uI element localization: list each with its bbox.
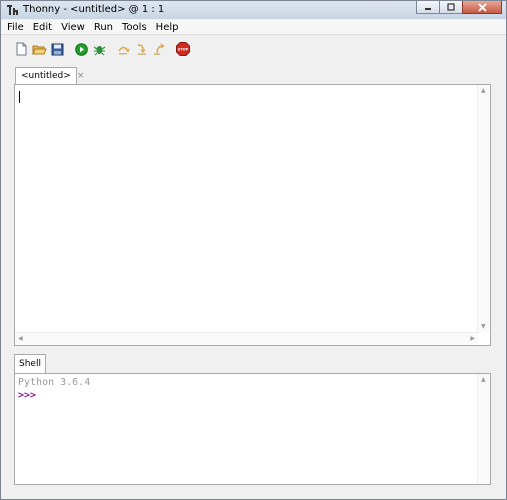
step-into-icon xyxy=(137,43,146,55)
menu-edit[interactable]: Edit xyxy=(33,22,52,33)
step-over-icon xyxy=(117,46,130,54)
text-caret xyxy=(19,91,20,103)
window-title: Thonny - <untitled> @ 1 : 1 xyxy=(23,4,165,15)
tab-label: <untitled> xyxy=(21,71,71,81)
window-controls xyxy=(416,1,502,15)
toolbar: STOP xyxy=(1,37,506,61)
tab-untitled[interactable]: <untitled> × xyxy=(15,67,84,84)
stop-icon: STOP xyxy=(176,42,190,56)
title-bar[interactable]: Thonny - <untitled> @ 1 : 1 xyxy=(1,1,506,19)
step-out-icon xyxy=(153,43,164,55)
minimize-button[interactable] xyxy=(416,1,440,14)
code-editor[interactable]: ▲ ▼ ◀ ▶ xyxy=(14,84,491,346)
open-folder-icon xyxy=(31,45,47,54)
run-button[interactable] xyxy=(73,41,89,57)
maximize-button[interactable] xyxy=(439,1,463,14)
step-into-button[interactable] xyxy=(133,41,149,57)
stop-button[interactable]: STOP xyxy=(175,41,191,57)
run-icon xyxy=(74,42,88,56)
tab-close-icon[interactable]: × xyxy=(77,71,85,81)
menu-file[interactable]: File xyxy=(7,22,24,33)
minimize-icon xyxy=(425,8,431,10)
menu-run[interactable]: Run xyxy=(94,22,113,33)
scroll-left-arrow-icon[interactable]: ◀ xyxy=(18,336,23,342)
menu-view[interactable]: View xyxy=(61,22,85,33)
editor-vertical-scrollbar[interactable]: ▲ ▼ xyxy=(477,85,490,333)
thonny-window: Thonny - <untitled> @ 1 : 1 File Edit Vi… xyxy=(0,0,507,500)
thonny-logo-icon xyxy=(7,5,18,15)
new-file-icon xyxy=(16,42,26,56)
new-file-button[interactable] xyxy=(13,41,29,57)
shell-prompt: >>> xyxy=(18,390,37,401)
scroll-up-arrow-icon[interactable]: ▲ xyxy=(481,88,486,94)
close-icon xyxy=(477,2,487,12)
editor-horizontal-scrollbar[interactable]: ◀ ▶ xyxy=(15,332,478,345)
step-out-button[interactable] xyxy=(151,41,167,57)
maximize-icon xyxy=(447,3,455,11)
open-file-button[interactable] xyxy=(31,41,47,57)
shell-vertical-scrollbar[interactable]: ▲ xyxy=(477,374,490,484)
shell-scroll-up-arrow-icon[interactable]: ▲ xyxy=(481,377,486,383)
save-icon xyxy=(51,43,63,55)
debug-icon xyxy=(93,45,105,55)
scroll-right-arrow-icon[interactable]: ▶ xyxy=(470,336,475,342)
scroll-down-arrow-icon[interactable]: ▼ xyxy=(481,324,486,330)
menu-bar: File Edit View Run Tools Help xyxy=(1,20,506,35)
close-button[interactable] xyxy=(462,1,502,14)
debug-button[interactable] xyxy=(91,41,107,57)
shell-console[interactable]: Python 3.6.4 >>> ▲ xyxy=(14,373,491,485)
python-version-line: Python 3.6.4 xyxy=(18,377,91,388)
menu-help[interactable]: Help xyxy=(156,22,179,33)
step-over-button[interactable] xyxy=(115,41,131,57)
save-button[interactable] xyxy=(49,41,65,57)
tab-shell[interactable]: Shell xyxy=(14,354,46,373)
menu-tools[interactable]: Tools xyxy=(122,22,147,33)
stop-label: STOP xyxy=(178,48,189,52)
